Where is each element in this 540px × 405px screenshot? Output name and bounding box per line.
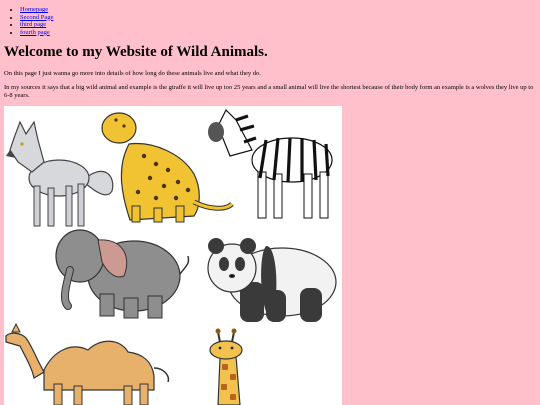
giraffe-illustration: [209, 328, 243, 405]
wolf-illustration: [6, 120, 114, 227]
body-paragraph: In my sources it says that a big wild an…: [4, 84, 534, 99]
nav-link-second-page[interactable]: Second Page: [20, 14, 53, 21]
page-nav: Homepage Second Page third page fourth p…: [20, 6, 53, 36]
panda-illustration: [207, 238, 337, 322]
nav-link-third-page[interactable]: third page: [20, 21, 46, 28]
zebra-illustration: [208, 108, 333, 219]
nav-link-fourth-page[interactable]: fourth page: [20, 29, 50, 36]
nav-item-homepage: Homepage: [20, 6, 53, 14]
nav-link-homepage[interactable]: Homepage: [20, 6, 48, 13]
wild-animals-illustration: [4, 106, 342, 405]
nav-item-fourth-page: fourth page: [20, 29, 53, 37]
page-title: Welcome to my Website of Wild Animals.: [4, 44, 268, 60]
nav-item-third-page: third page: [20, 21, 53, 29]
camel-illustration: [5, 322, 170, 405]
intro-paragraph: On this page I just wanna go more into d…: [4, 70, 261, 77]
elephant-illustration: [55, 229, 190, 319]
nav-item-second-page: Second Page: [20, 14, 53, 22]
